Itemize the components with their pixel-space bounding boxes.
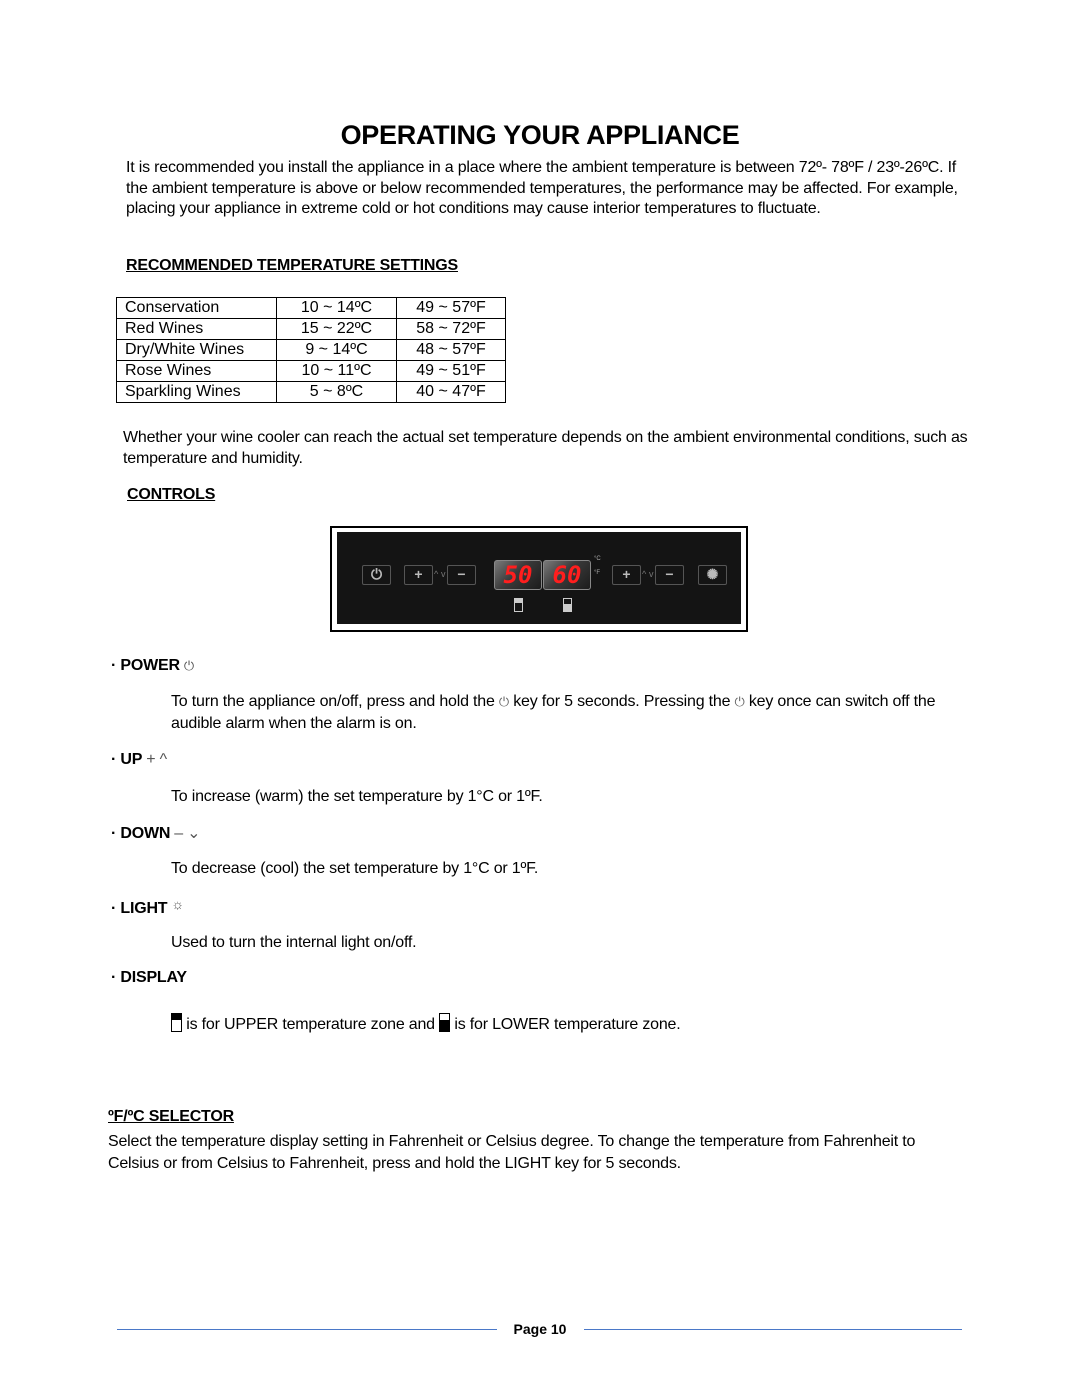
celsius-indicator: °C [594, 556, 601, 562]
fahrenheit-cell: 40 ~ 47ºF [396, 381, 506, 403]
table-row: Sparkling Wines 5 ~ 8ºC 40 ~ 47ºF [116, 381, 506, 403]
intro-paragraph: It is recommended you install the applia… [126, 159, 958, 217]
control-panel: ⏻ + ^ v − 50 60 °C °F + ^ v − ✺ [337, 532, 741, 624]
lower-minus-key: − [655, 565, 684, 585]
wine-type-cell: Rose Wines [116, 360, 277, 382]
down-label: · DOWN [111, 825, 171, 842]
minus-icon: − [665, 566, 674, 582]
down-arrow-icon: v [441, 569, 446, 579]
light-key: ✺ [698, 565, 727, 585]
celsius-cell: 5 ~ 8ºC [276, 381, 397, 403]
up-arrow-icon: ^ [642, 569, 647, 579]
footer-rule-right [584, 1329, 962, 1330]
page-number: Page 10 [513, 1321, 567, 1337]
table-row: Dry/White Wines 9 ~ 14ºC 48 ~ 57ºF [116, 339, 506, 361]
fahrenheit-cell: 49 ~ 57ºF [396, 297, 506, 319]
selector-heading: ºF/ºC SELECTOR [108, 1108, 234, 1125]
light-label: · LIGHT [111, 900, 168, 917]
display-heading: · DISPLAY [111, 969, 187, 986]
light-heading: · LIGHT ☼ [111, 896, 184, 918]
table-row: Red Wines 15 ~ 22ºC 58 ~ 72ºF [116, 318, 506, 340]
upper-temperature-display: 50 [494, 560, 542, 590]
down-description: To decrease (cool) the set temperature b… [171, 860, 539, 877]
wine-type-cell: Sparkling Wines [116, 381, 277, 403]
control-panel-image: ⏻ + ^ v − 50 60 °C °F + ^ v − ✺ [330, 526, 748, 632]
controls-heading: CONTROLS [127, 486, 216, 503]
lower-temperature-display: 60 [543, 560, 591, 590]
recommended-temperature-heading: RECOMMENDED TEMPERATURE SETTINGS [126, 257, 458, 274]
upper-plus-key: + [404, 565, 433, 585]
power-heading: · POWER ⏻ [111, 657, 194, 675]
ambient-note-paragraph: Whether your wine cooler can reach the a… [123, 429, 968, 467]
display-description: is for UPPER temperature zone and is for… [171, 1013, 681, 1036]
light-description: Used to turn the internal light on/off. [171, 934, 417, 951]
selector-description: Select the temperature display setting i… [108, 1133, 916, 1172]
text-fragment: is for LOWER temperature zone. [454, 1016, 681, 1033]
power-icon: ⏻ [734, 694, 745, 709]
celsius-cell: 10 ~ 11ºC [276, 360, 397, 382]
upper-zone-icon [171, 1013, 182, 1032]
fahrenheit-cell: 48 ~ 57ºF [396, 339, 506, 361]
upper-zone-icon [514, 598, 523, 612]
lower-zone-icon [439, 1013, 451, 1032]
power-icon: ⏻ [498, 694, 510, 709]
text-fragment: key for 5 seconds. Pressing the [509, 693, 735, 710]
light-icon: ☼ [171, 896, 185, 912]
text-fragment: To turn the appliance on/off, press and … [171, 693, 499, 710]
power-icon: ⏻ [370, 566, 383, 582]
footer-rule-left [117, 1329, 497, 1330]
up-label: · UP [111, 751, 143, 768]
up-arrow-icon: ^ [434, 569, 439, 579]
celsius-cell: 15 ~ 22ºC [276, 318, 397, 340]
wine-type-cell: Conservation [116, 297, 277, 319]
temperature-table: Conservation 10 ~ 14ºC 49 ~ 57ºF Red Win… [116, 297, 506, 403]
light-icon: ✺ [706, 566, 719, 582]
table-row: Conservation 10 ~ 14ºC 49 ~ 57ºF [116, 297, 506, 319]
up-description: To increase (warm) the set temperature b… [171, 788, 543, 805]
wine-type-cell: Red Wines [116, 318, 277, 340]
celsius-cell: 10 ~ 14ºC [276, 297, 397, 319]
power-key: ⏻ [362, 565, 391, 585]
fahrenheit-cell: 49 ~ 51ºF [396, 360, 506, 382]
wine-type-cell: Dry/White Wines [116, 339, 277, 361]
lower-zone-icon [563, 598, 572, 612]
power-label: · POWER [111, 657, 180, 674]
plus-up-icon: + ^ [146, 751, 167, 768]
text-fragment: is for UPPER temperature zone and [186, 1016, 435, 1033]
celsius-cell: 9 ~ 14ºC [276, 339, 397, 361]
power-icon: ⏻ [183, 658, 194, 673]
power-description: To turn the appliance on/off, press and … [171, 691, 961, 735]
lower-plus-key: + [612, 565, 641, 585]
fahrenheit-indicator: °F [594, 570, 601, 576]
minus-icon: − [457, 566, 466, 582]
plus-icon: + [622, 566, 631, 582]
up-heading: · UP + ^ [111, 751, 167, 769]
minus-down-icon: – ⌄ [174, 825, 201, 842]
plus-icon: + [414, 566, 423, 582]
fahrenheit-cell: 58 ~ 72ºF [396, 318, 506, 340]
table-row: Rose Wines 10 ~ 11ºC 49 ~ 51ºF [116, 360, 506, 382]
upper-minus-key: − [447, 565, 476, 585]
page-title: OPERATING YOUR APPLIANCE [340, 120, 740, 150]
down-arrow-icon: v [649, 569, 654, 579]
down-heading: · DOWN – ⌄ [111, 823, 201, 843]
